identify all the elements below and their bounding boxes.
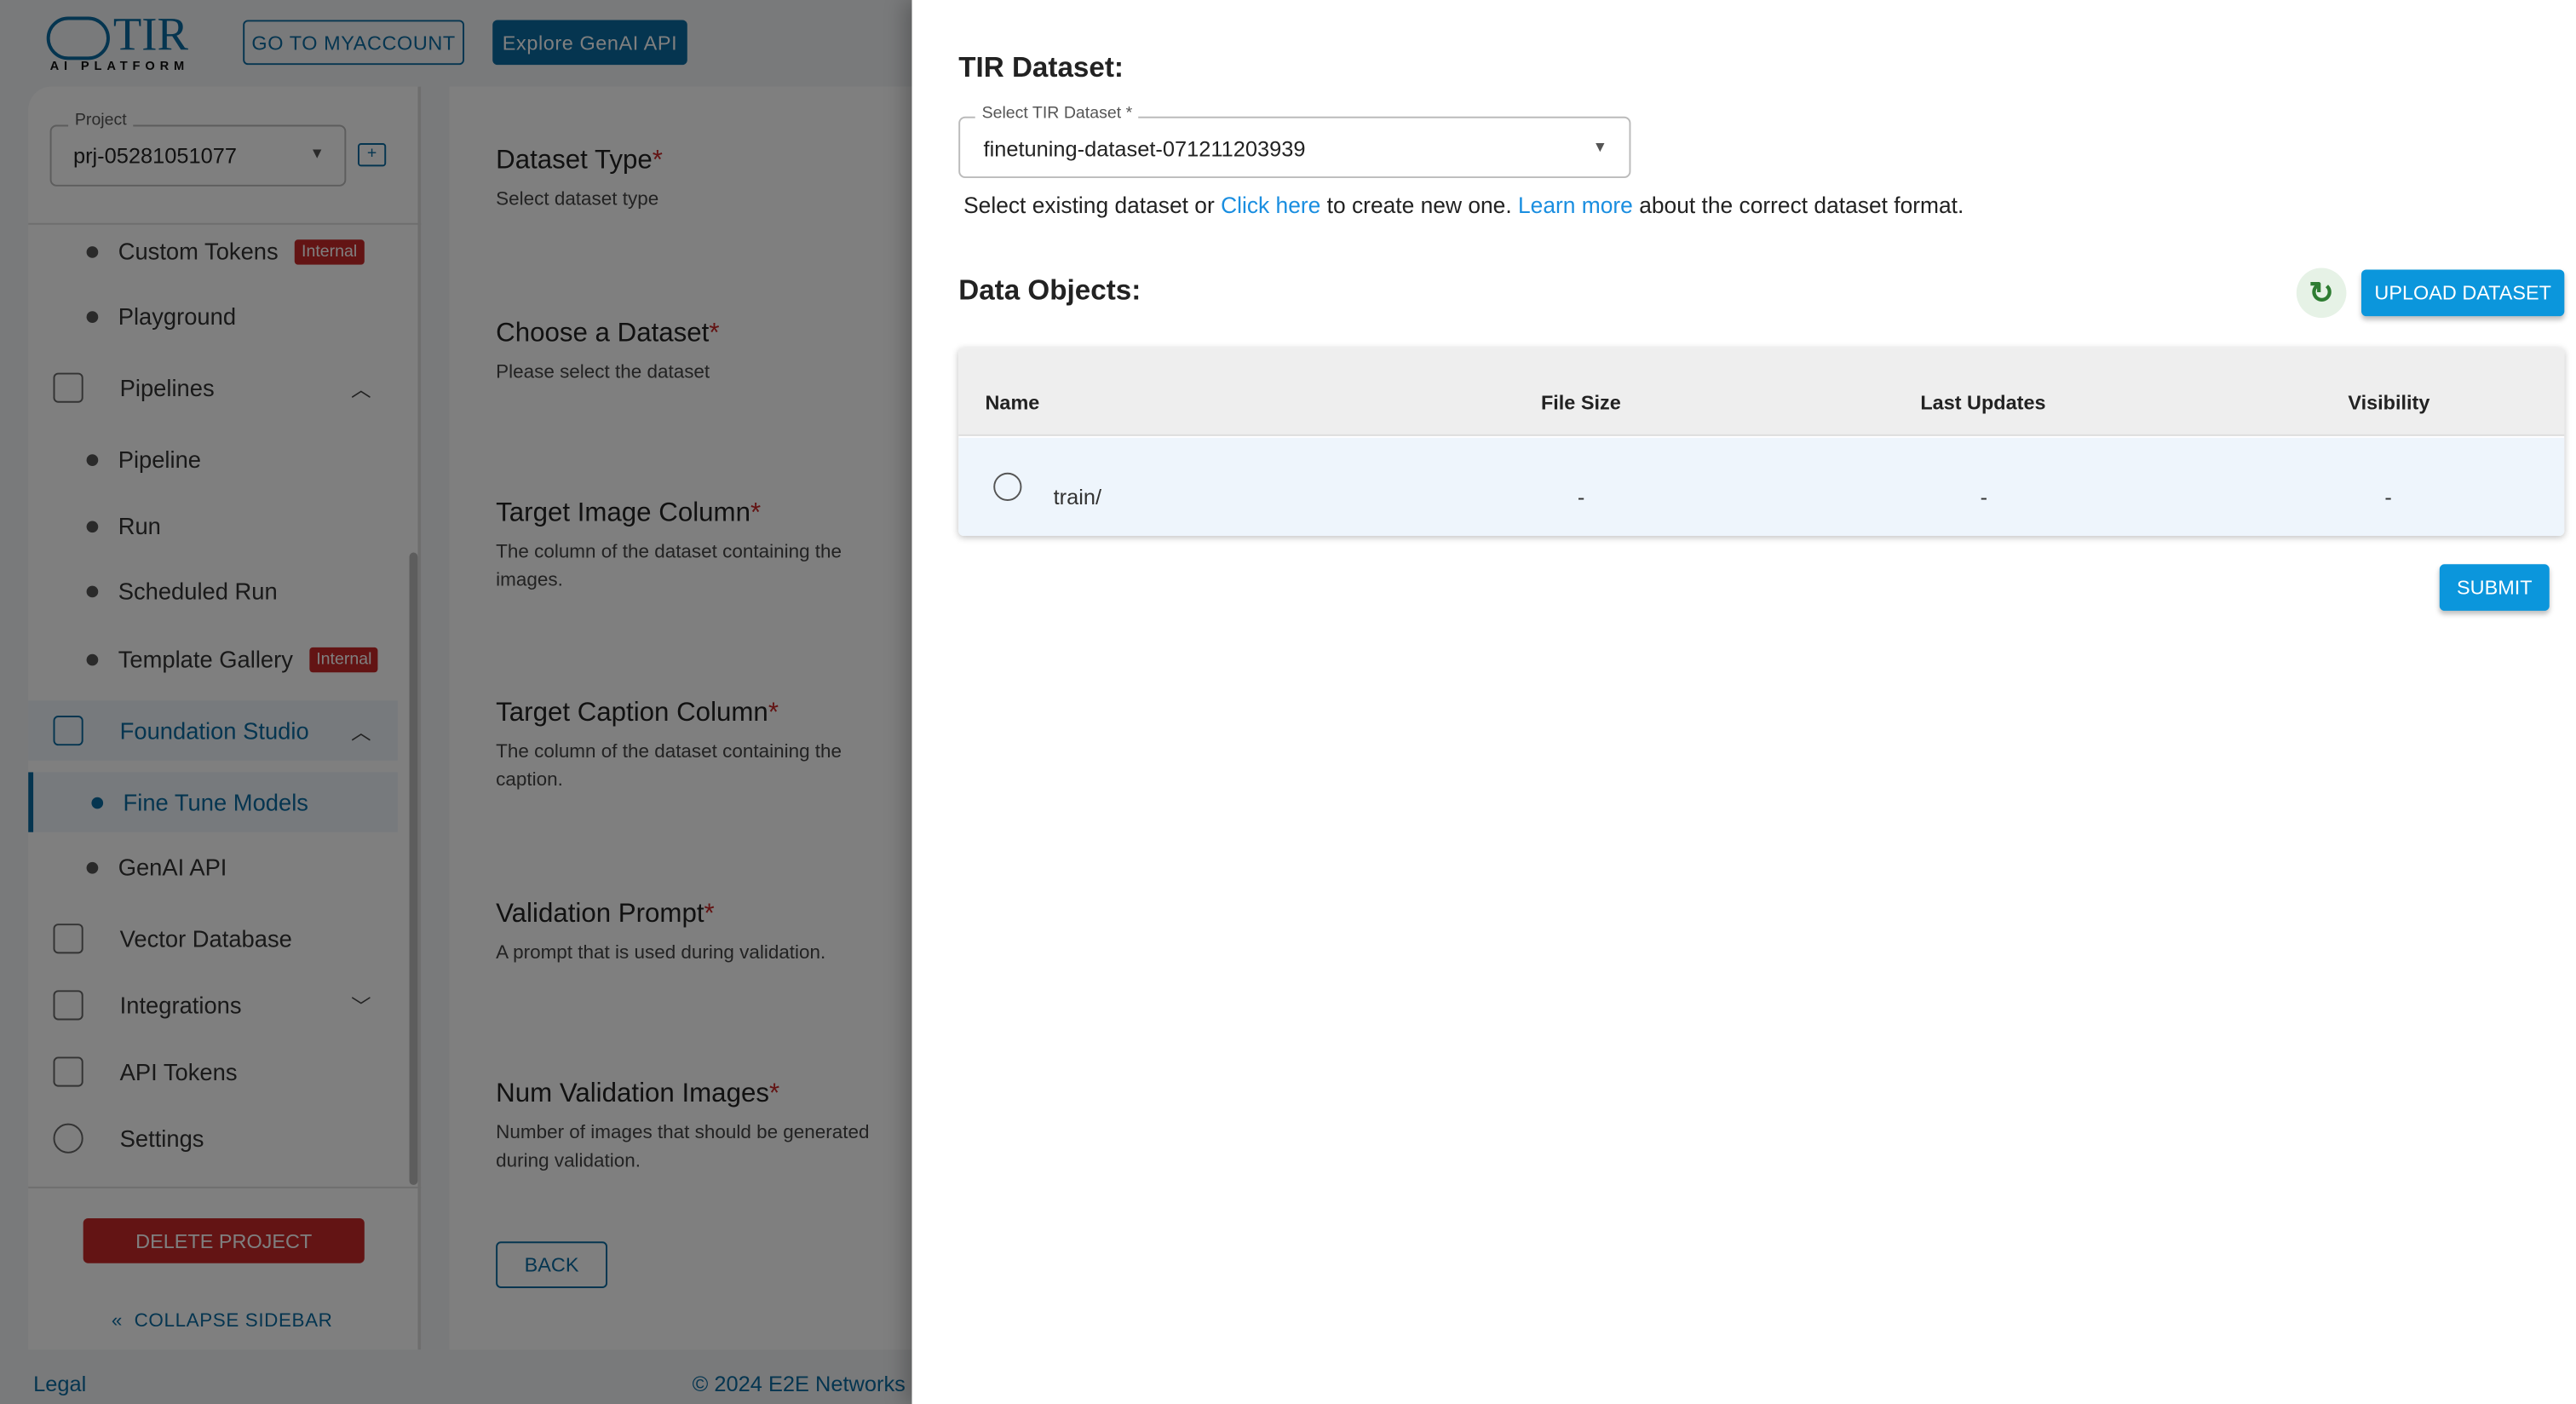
- select-label: Select TIR Dataset *: [975, 105, 1140, 124]
- dataset-drawer: TIR Dataset: Select TIR Dataset * finetu…: [911, 0, 2576, 1404]
- help-text: Select existing dataset or: [963, 193, 1222, 218]
- column-header-file-size: File Size: [1540, 391, 1621, 415]
- data-objects-table: Name File Size Last Updates Visibility t…: [958, 348, 2565, 537]
- column-header-name: Name: [985, 391, 1040, 415]
- help-text: about the correct dataset format.: [1632, 193, 1964, 218]
- app-root: TIR AI PLATFORM GO TO MYACCOUNT Explore …: [0, 0, 2576, 1404]
- select-value: finetuning-dataset-071211203939: [983, 136, 1306, 162]
- table-row[interactable]: [958, 437, 2565, 537]
- dataset-help-text: Select existing dataset or Click here to…: [963, 193, 1964, 218]
- click-here-link[interactable]: Click here: [1221, 193, 1320, 218]
- data-objects-title: Data Objects:: [958, 274, 1141, 307]
- modal-backdrop[interactable]: [0, 0, 912, 1404]
- cell-last-updates: -: [1980, 484, 1988, 509]
- help-text: to create new one.: [1320, 193, 1518, 218]
- row-radio[interactable]: [993, 472, 1022, 502]
- column-header-last-updates: Last Updates: [1920, 391, 2046, 415]
- cell-file-size: -: [1577, 484, 1585, 509]
- upload-dataset-button[interactable]: UPLOAD DATASET: [2361, 269, 2565, 317]
- dataset-select[interactable]: Select TIR Dataset * finetuning-dataset-…: [958, 105, 1631, 179]
- column-header-visibility: Visibility: [2348, 391, 2430, 415]
- table-header: [958, 348, 2565, 436]
- learn-more-link[interactable]: Learn more: [1518, 193, 1633, 218]
- drawer-title: TIR Dataset:: [958, 51, 1124, 83]
- refresh-icon: ↻: [2309, 275, 2334, 309]
- refresh-button[interactable]: ↻: [2296, 268, 2347, 319]
- cell-visibility: -: [2384, 484, 2392, 509]
- caret-down-icon: ▼: [1592, 138, 1608, 155]
- cell-name: train/: [1053, 484, 1102, 509]
- submit-button[interactable]: SUBMIT: [2439, 564, 2550, 611]
